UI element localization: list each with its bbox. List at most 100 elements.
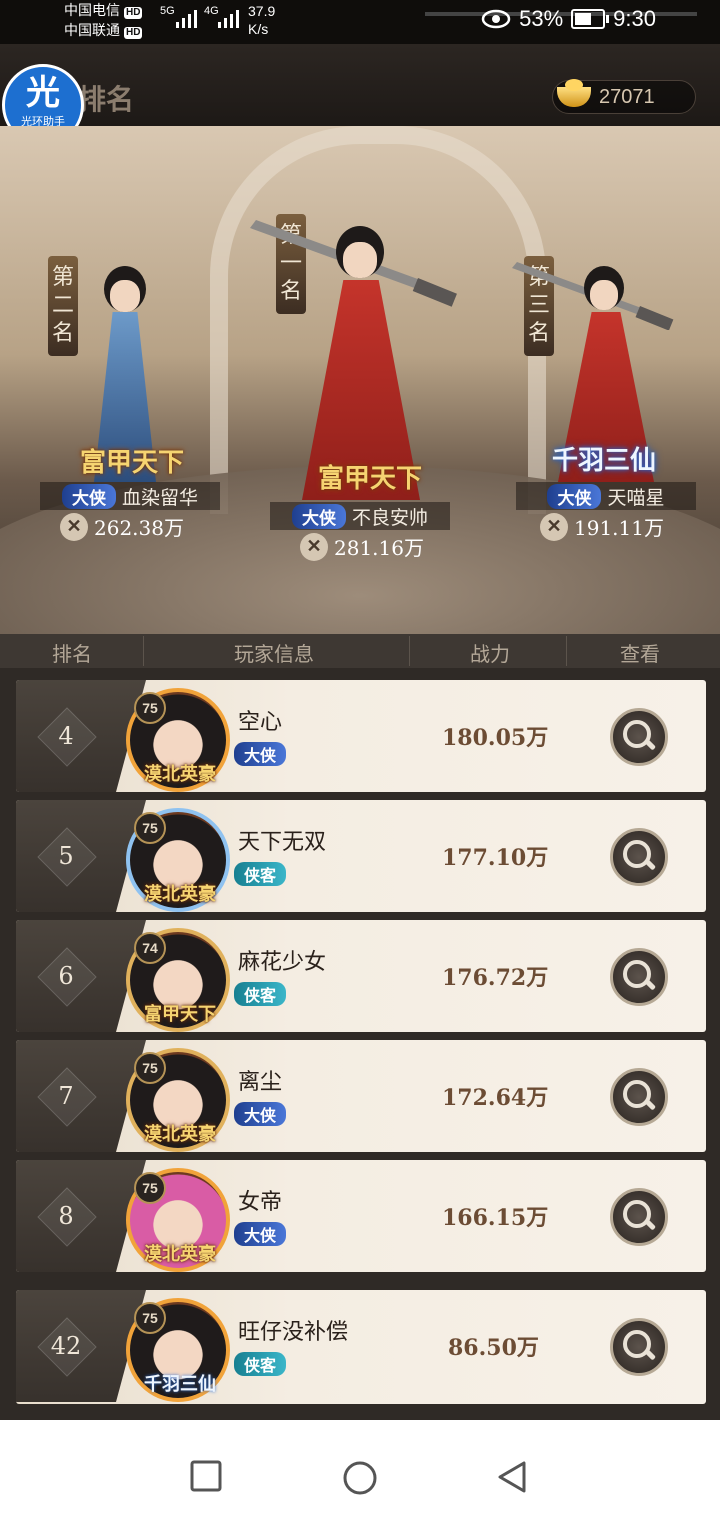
rank-number: 5 (58, 842, 74, 870)
player-name: 旺仔没补偿 (238, 1320, 349, 1345)
view-button[interactable] (610, 948, 668, 1006)
my-rank-panel: 42 75 千羽三仙 旺仔没补偿 侠客 86.50万 (0, 1280, 720, 1420)
table-row[interactable]: 5 75 漠北英豪 天下无双 侠客 177.10万 (16, 800, 706, 912)
guild-tag: 漠北英豪 (144, 1124, 216, 1145)
battery-percent: 53% (519, 6, 564, 31)
view-button[interactable] (610, 1318, 668, 1376)
rank-diamond: 8 (38, 1188, 94, 1244)
system-nav-bar (0, 1420, 720, 1520)
rank-number: 4 (58, 722, 74, 750)
ranking-table-header: 排名 玩家信息 战力 查看 (0, 634, 720, 668)
player-power: 180.05万 (442, 725, 549, 751)
eye-icon (481, 9, 511, 29)
header-power: 战力 (470, 644, 510, 666)
hd-badge: HD (124, 27, 143, 39)
view-button[interactable] (610, 828, 668, 886)
table-row[interactable]: 6 74 富甲天下 麻花少女 侠客 176.72万 (16, 920, 706, 1032)
guild-second: 富甲天下 (80, 448, 185, 478)
signal-icon (176, 10, 197, 28)
ranking-list[interactable]: 4 75 漠北英豪 空心 大侠 180.05万 5 75 漠北英豪 天下无双 侠… (0, 668, 720, 1280)
header-view: 查看 (620, 644, 660, 666)
status-right: 53% 9:30 (481, 6, 656, 32)
player-power: 86.50万 (448, 1335, 539, 1361)
player-name: 血染留华 (121, 487, 198, 509)
network-speed: 37.9 K/s (248, 3, 276, 37)
table-row[interactable]: 4 75 漠北英豪 空心 大侠 180.05万 (16, 680, 706, 792)
level-badge: 75 (134, 1052, 166, 1084)
power-first: ✕ 281.16万 (300, 532, 424, 561)
hd-badge: HD (124, 7, 143, 19)
title-badge: 大侠 (61, 483, 116, 509)
guild-tag: 漠北英豪 (144, 1244, 216, 1265)
title-badge: 大侠 (291, 503, 346, 529)
crossed-swords-icon: ✕ (540, 512, 568, 541)
player-name: 麻花少女 (238, 950, 327, 975)
rank-diamond: 5 (38, 828, 94, 884)
level-badge: 74 (134, 932, 166, 964)
status-bar: 中国电信 HD 中国联通 HD 5G 4G 37.9 K/s 53% 9:30 (0, 0, 720, 44)
title-badge: 大侠 (234, 1102, 287, 1126)
player-name: 离尘 (238, 1070, 283, 1095)
rank-number: 8 (58, 1202, 74, 1230)
rank-number: 42 (50, 1332, 82, 1360)
guild-third: 千羽三仙 (552, 446, 657, 476)
table-row[interactable]: 8 75 漠北英豪 女帝 大侠 166.15万 (16, 1160, 706, 1272)
rank-diamond: 7 (38, 1068, 94, 1124)
page-title: 排名 (78, 83, 135, 116)
player-name: 天喵星 (607, 487, 665, 509)
rank-number: 7 (58, 1082, 74, 1110)
rank-flag-second: 第二名 (48, 256, 78, 356)
level-badge: 75 (134, 1302, 166, 1334)
clock: 9:30 (613, 6, 656, 31)
my-rank-row[interactable]: 42 75 千羽三仙 旺仔没补偿 侠客 86.50万 (16, 1290, 706, 1404)
header-rank: 排名 (52, 644, 92, 666)
rank-number: 6 (58, 962, 74, 990)
battery-icon (571, 9, 610, 29)
guild-tag: 漠北英豪 (144, 884, 216, 905)
carrier-1: 中国电信 (64, 2, 120, 18)
helper-logo-glyph: 光 (26, 74, 60, 112)
carrier-2: 中国联通 (64, 22, 120, 38)
view-button[interactable] (610, 1068, 668, 1126)
level-badge: 75 (134, 1172, 166, 1204)
network-5g: 5G (160, 5, 175, 17)
player-power: 172.64万 (442, 1085, 549, 1111)
header-player: 玩家信息 (234, 644, 314, 666)
crossed-swords-icon: ✕ (300, 532, 328, 561)
guild-tag: 富甲天下 (144, 1004, 216, 1025)
power-second: ✕ 262.38万 (60, 512, 184, 541)
plate-third: 大侠 天喵星 (516, 482, 696, 510)
rank-diamond: 6 (38, 948, 94, 1004)
table-row[interactable]: 7 75 漠北英豪 离尘 大侠 172.64万 (16, 1040, 706, 1152)
signal-icon (218, 10, 239, 28)
title-badge: 侠客 (234, 982, 287, 1006)
level-badge: 75 (134, 812, 166, 844)
player-power: 177.10万 (442, 845, 549, 871)
view-button[interactable] (610, 708, 668, 766)
title-badge: 侠客 (234, 1352, 287, 1376)
plate-first: 大侠 不良安帅 (270, 502, 450, 530)
player-power: 176.72万 (442, 965, 549, 991)
rank-diamond: 4 (38, 708, 94, 764)
player-name: 不良安帅 (351, 507, 428, 529)
guild-tag: 千羽三仙 (144, 1374, 216, 1395)
title-badge: 大侠 (547, 483, 602, 509)
back-triangle-icon[interactable] (496, 1460, 528, 1494)
player-name: 天下无双 (238, 830, 327, 855)
recents-square-icon[interactable] (190, 1460, 222, 1492)
view-button[interactable] (610, 1188, 668, 1246)
home-circle-icon[interactable] (342, 1460, 378, 1496)
guild-tag: 漠北英豪 (144, 764, 216, 785)
plate-second: 大侠 血染留华 (40, 482, 220, 510)
player-name: 女帝 (238, 1190, 283, 1215)
power-third: ✕ 191.11万 (540, 512, 664, 541)
player-power: 166.15万 (442, 1205, 549, 1231)
title-badge: 大侠 (234, 742, 287, 766)
podium-stage: 第二名 富甲天下 大侠 血染留华 ✕ 262.38万 第一名 富甲天下 大侠 不… (0, 126, 720, 634)
gold-counter[interactable]: 27071 (552, 79, 696, 114)
carrier-info: 中国电信 HD 中国联通 HD (64, 0, 143, 40)
gold-amount: 27071 (599, 85, 655, 108)
crossed-swords-icon: ✕ (60, 512, 88, 541)
guild-first: 富甲天下 (318, 464, 423, 494)
title-badge: 大侠 (234, 1222, 287, 1246)
